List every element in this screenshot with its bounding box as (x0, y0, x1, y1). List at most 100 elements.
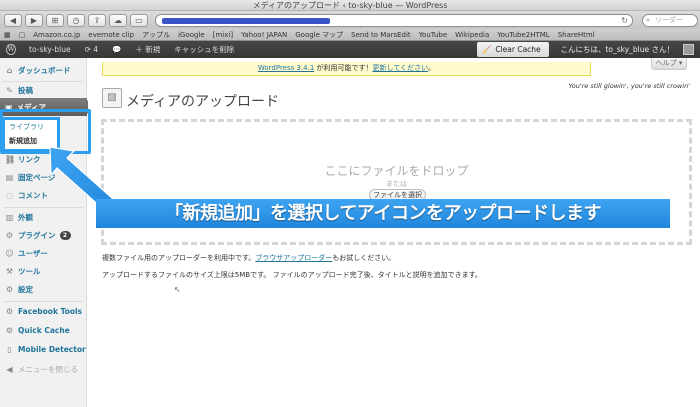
menu-label: 外観 (18, 212, 33, 222)
menu-label: ダッシュボード (18, 65, 71, 75)
menu-label: Quick Cache (18, 325, 70, 335)
settings-icon: ⚙ (5, 284, 14, 294)
collapse-arrow-icon: ◀ (6, 364, 13, 374)
bookmark-item[interactable]: Wikipedia (455, 31, 489, 39)
collapse-menu-button[interactable]: ◀ メニューを閉じる (0, 360, 87, 378)
mobile-icon: ▯ (7, 344, 12, 354)
instruction-banner: 「新規追加」を選択してアイコンをアップロードします (96, 199, 670, 228)
comments-bubble-icon[interactable]: 💬 (105, 41, 128, 58)
new-content-link[interactable]: ＋ 新規 (128, 41, 167, 58)
bookmark-item[interactable]: Amazon.co.jp (33, 31, 80, 39)
update-notice-end: 。 (428, 64, 436, 72)
menu-label: 投稿 (18, 85, 33, 95)
menu-dashboard[interactable]: ⌂ ダッシュボード (0, 61, 87, 79)
bookmarks-bar: ▦ ▢ Amazon.co.jp evernote clip アップル iGoo… (0, 29, 700, 41)
menu-label: Mobile Detector (18, 344, 86, 354)
share-icon[interactable]: ⇪ (88, 13, 106, 27)
menu-plugins[interactable]: ⚙ プラグイン 2 (0, 226, 87, 244)
menu-mobile-detector[interactable]: ▯ Mobile Detector (0, 340, 87, 358)
menu-settings[interactable]: ⚙ 設定 (0, 280, 87, 298)
bookmark-item[interactable]: ShareHtml (558, 31, 595, 39)
media-upload-icon: ▧ (102, 88, 122, 108)
search-icon: ⌕ (646, 15, 650, 24)
menu-tools[interactable]: ⚒ ツール (0, 262, 87, 280)
menu-label: Facebook Tools (18, 306, 83, 316)
gear-icon: ⚙ (5, 325, 14, 335)
uploader-info-prefix: 複数ファイル用のアップローダーを利用中です。 (102, 254, 256, 262)
top-sites-icon[interactable]: ⊞ (46, 13, 64, 27)
menu-label: ユーザー (18, 248, 48, 258)
address-bar[interactable]: ↻ (155, 13, 633, 27)
appearance-icon: ▥ (5, 212, 14, 222)
url-redacted (162, 17, 330, 24)
page-icon: ▤ (5, 172, 14, 182)
window-title: メディアのアップロード ‹ to-sky-blue — WordPress (0, 0, 700, 11)
updates-link[interactable]: ⟳ 4 (78, 41, 105, 58)
back-button[interactable]: ◀ (4, 13, 22, 27)
reader-label: リーダー (655, 15, 683, 24)
menu-label: プラグイン (18, 230, 56, 240)
tools-icon: ⚒ (5, 266, 14, 276)
users-icon: ☺ (5, 248, 14, 258)
update-notice-text: が利用可能です！ (314, 64, 373, 72)
mouse-cursor-icon: ↖ (174, 285, 181, 294)
clear-cache-button[interactable]: 🧹 Clear Cache (477, 42, 549, 57)
pin-icon: ✎ (6, 85, 13, 95)
hello-dolly-lyric: You're still glowin', you're still crowi… (568, 82, 690, 90)
wordpress-logo-icon[interactable]: W (0, 41, 22, 58)
menu-users[interactable]: ☺ ユーザー (0, 244, 87, 262)
plugins-update-badge: 2 (59, 230, 71, 240)
uploader-info: 複数ファイル用のアップローダーを利用中です。ブラウザアップローダーもお試しくださ… (102, 253, 395, 263)
drop-files-text: ここにファイルをドロップ (324, 164, 469, 178)
update-now-link[interactable]: 更新してください (373, 64, 429, 72)
updates-count: 4 (93, 45, 99, 54)
reading-list-icon[interactable]: ▢ (19, 31, 26, 39)
menu-label: メニューを閉じる (18, 364, 78, 374)
bookmark-item[interactable]: evernote clip (88, 31, 134, 39)
account-greeting[interactable]: こんにちは、to_sky_blue さん！ (560, 41, 674, 58)
comment-icon: ◌ (6, 190, 13, 200)
reader-search-field[interactable]: ⌕ リーダー (642, 13, 698, 27)
menu-facebook-tools[interactable]: ⚙ Facebook Tools (0, 302, 87, 320)
page-title: メディアのアップロード (126, 94, 280, 110)
menu-label: ツール (18, 266, 41, 276)
help-tab[interactable]: ヘルプ ▾ (651, 58, 687, 70)
update-notice: WordPress 3.4.1 が利用可能です！更新してください。 (102, 62, 591, 76)
menu-label: 設定 (18, 284, 33, 294)
browser-uploader-link[interactable]: ブラウザアップローダー (255, 254, 332, 262)
bookmark-item[interactable]: YouTube (419, 31, 447, 39)
menu-quick-cache[interactable]: ⚙ Quick Cache (0, 321, 87, 339)
bookmarks-icon[interactable]: ▭ (130, 13, 148, 27)
site-name-link[interactable]: to-sky-blue (22, 41, 78, 58)
main-content: WordPress 3.4.1 が利用可能です！更新してください。 ヘルプ ▾ … (88, 58, 700, 407)
link-icon: ⛓ (5, 154, 16, 164)
avatar[interactable] (683, 44, 694, 55)
or-text: または (386, 180, 407, 188)
bookmark-item[interactable]: [mixi] (213, 31, 233, 39)
forward-button[interactable]: ▶ (25, 13, 43, 27)
update-version-link[interactable]: WordPress 3.4.1 (258, 64, 314, 72)
wp-admin-bar: W to-sky-blue ⟳ 4 💬 ＋ 新規 キャッシュを削除 🧹 Clea… (0, 41, 700, 58)
bookmark-item[interactable]: YouTube2HTML (497, 31, 549, 39)
uploader-info-suffix: もお試しください。 (332, 254, 396, 262)
plugin-icon: ⚙ (5, 230, 14, 240)
bookmarks-grid-icon[interactable]: ▦ (4, 31, 11, 39)
clear-cache-label: Clear Cache (495, 45, 541, 54)
icloud-icon[interactable]: ☁ (109, 13, 127, 27)
dashboard-icon: ⌂ (6, 65, 13, 75)
gear-icon: ⚙ (5, 306, 14, 316)
max-size-info: アップロードするファイルのサイズ上限は5MBです。 ファイルのアップロード完了後… (102, 271, 482, 279)
menu-posts[interactable]: ✎ 投稿 (0, 81, 87, 99)
bookmark-item[interactable]: Yahoo! JAPAN (241, 31, 287, 39)
reload-icon[interactable]: ↻ (621, 15, 628, 26)
menu-label: コメント (18, 190, 48, 200)
bookmark-item[interactable]: iGoogle (178, 31, 205, 39)
bookmark-item[interactable]: アップル (142, 30, 170, 40)
bookmark-item[interactable]: Send to MarsEdit (351, 31, 411, 39)
bookmark-item[interactable]: Google マップ (295, 30, 343, 40)
broom-icon: 🧹 (482, 45, 492, 54)
delete-cache-link[interactable]: キャッシュを削除 (167, 41, 241, 58)
history-icon[interactable]: ◷ (67, 13, 85, 27)
menu-label: リンク (18, 154, 41, 164)
browser-toolbar: ◀ ▶ ⊞ ◷ ⇪ ☁ ▭ ↻ ⌕ リーダー (0, 11, 700, 29)
